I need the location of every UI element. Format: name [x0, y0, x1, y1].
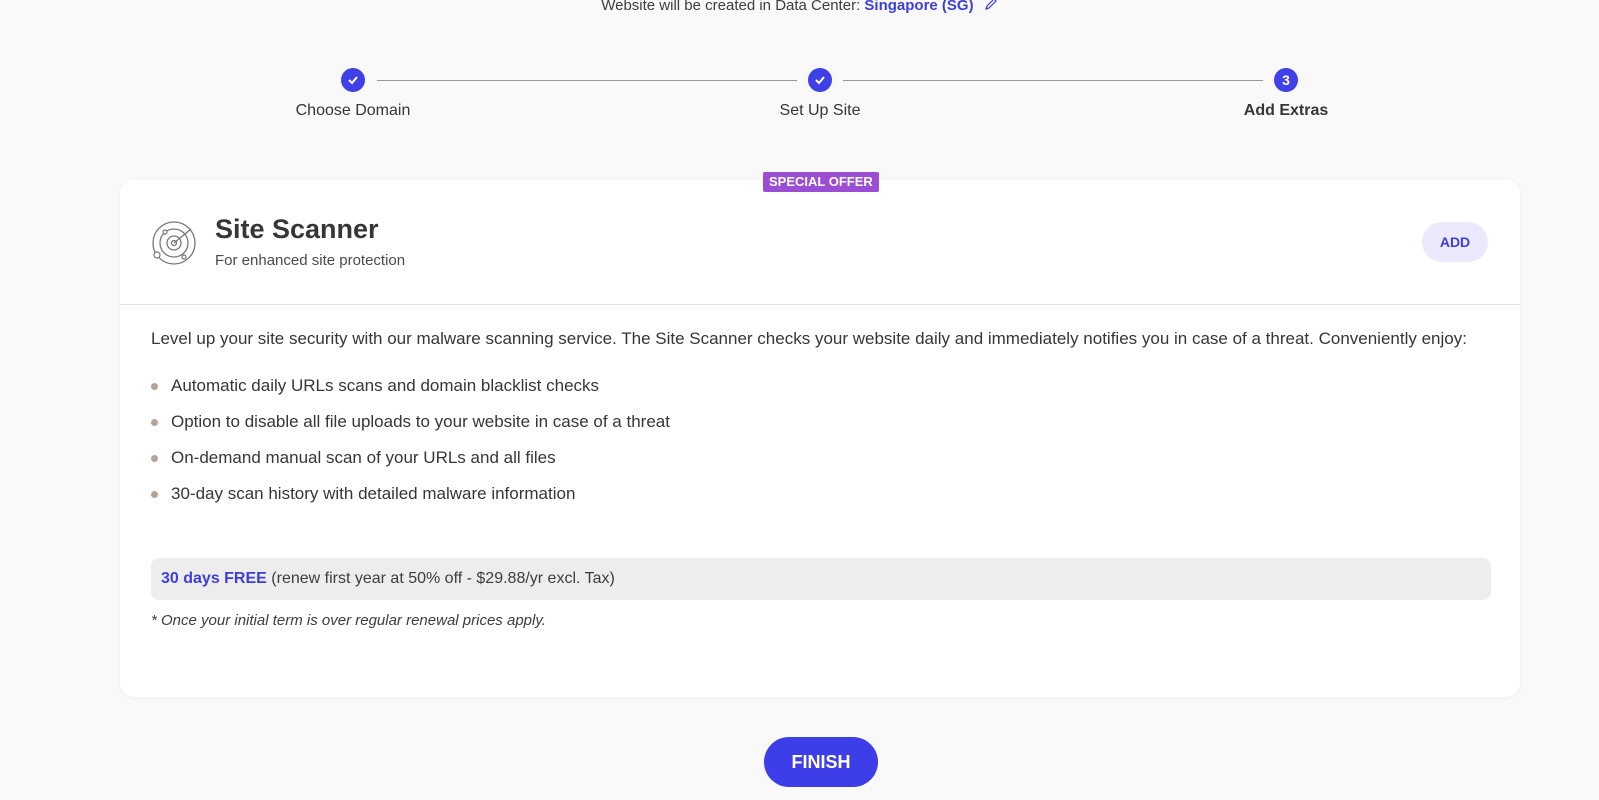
step-connector	[843, 80, 1263, 81]
list-item: Option to disable all file uploads to yo…	[151, 404, 1491, 440]
feature-list: Automatic daily URLs scans and domain bl…	[151, 368, 1491, 512]
step-3-label: Add Extras	[1243, 102, 1329, 119]
finish-button[interactable]: FINISH	[764, 737, 878, 787]
card-header: Site Scanner For enhanced site protectio…	[120, 180, 1520, 305]
card-body: Level up your site security with our mal…	[151, 326, 1491, 629]
offer-description: Level up your site security with our mal…	[151, 329, 1467, 348]
list-item: Automatic daily URLs scans and domain bl…	[151, 368, 1491, 404]
list-item: On-demand manual scan of your URLs and a…	[151, 440, 1491, 476]
list-item: 30-day scan history with detailed malwar…	[151, 476, 1491, 512]
site-scanner-card: Site Scanner For enhanced site protectio…	[120, 180, 1520, 697]
step-3-number: 3	[1274, 68, 1298, 92]
step-1-check-icon	[341, 68, 365, 92]
step-1-label: Choose Domain	[295, 102, 411, 119]
data-center-location-link[interactable]: Singapore (SG)	[864, 0, 973, 14]
bullet-icon	[151, 491, 158, 498]
renewal-price-text: (renew first year at 50% off - $29.88/yr…	[271, 570, 615, 587]
special-offer-badge: SPECIAL OFFER	[763, 172, 879, 192]
renewal-note: * Once your initial term is over regular…	[151, 612, 546, 629]
data-center-prefix: Website will be created in Data Center:	[601, 0, 861, 14]
radar-icon	[151, 220, 197, 271]
progress-stepper: Choose Domain Set Up Site 3 Add Extras	[0, 68, 1599, 128]
price-info: 30 days FREE (renew first year at 50% of…	[151, 558, 1491, 600]
card-subtitle: For enhanced site protection	[215, 252, 406, 269]
bullet-icon	[151, 455, 158, 462]
data-center-info: Website will be created in Data Center: …	[0, 0, 1599, 15]
step-connector	[377, 80, 797, 81]
step-2-label: Set Up Site	[779, 102, 861, 119]
free-trial-text: 30 days FREE	[161, 570, 267, 587]
step-2-check-icon	[808, 68, 832, 92]
bullet-icon	[151, 419, 158, 426]
add-button[interactable]: ADD	[1422, 222, 1488, 262]
pencil-icon[interactable]	[984, 0, 998, 15]
bullet-icon	[151, 383, 158, 390]
card-title: Site Scanner	[215, 214, 379, 244]
